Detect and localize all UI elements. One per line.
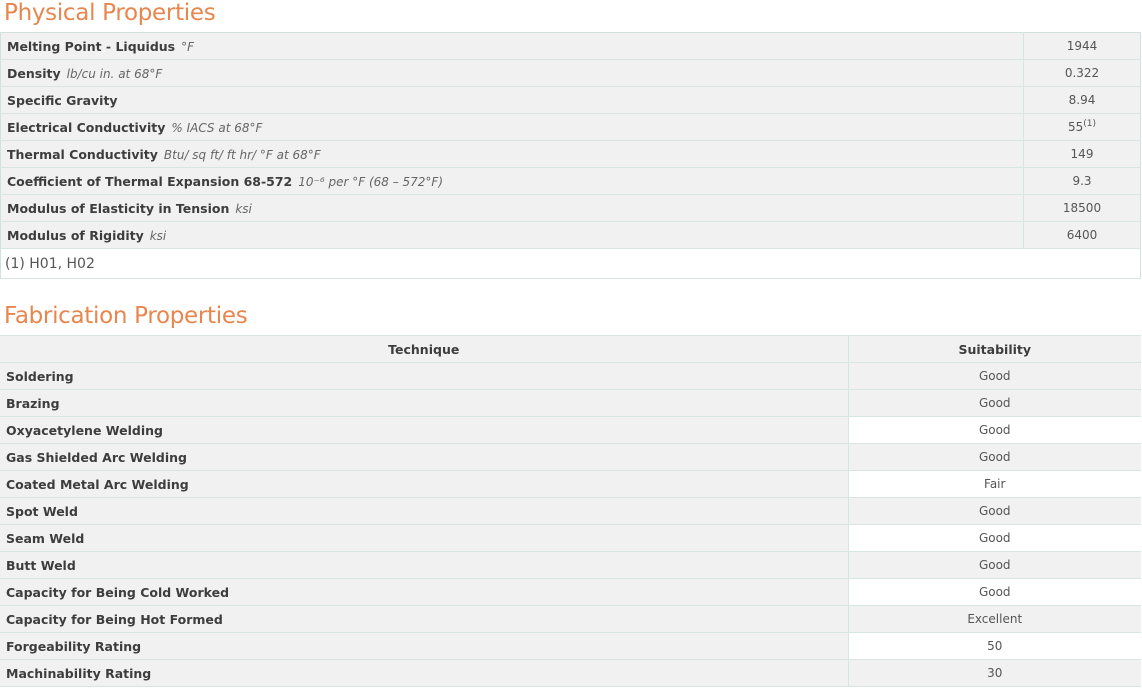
property-unit: lb/cu in. at 68°F bbox=[66, 66, 163, 81]
technique-cell: Soldering bbox=[0, 362, 849, 390]
property-value-cell: 0.322 bbox=[1023, 59, 1141, 87]
suitability-cell: Good bbox=[848, 578, 1141, 606]
property-value: 149 bbox=[1070, 147, 1094, 161]
technique-column-header: Technique bbox=[0, 335, 849, 363]
property-value: 55 bbox=[1067, 120, 1084, 134]
property-value: 8.94 bbox=[1068, 93, 1096, 107]
property-value: 1944 bbox=[1066, 39, 1098, 53]
property-unit: % IACS at 68°F bbox=[171, 120, 263, 135]
table-row: Melting Point - Liquidus °F 1944 bbox=[0, 32, 1141, 60]
table-row: Butt Weld Good bbox=[0, 551, 1141, 579]
property-label-cell: Modulus of Rigidity ksi bbox=[0, 221, 1024, 249]
table-row: Soldering Good bbox=[0, 362, 1141, 390]
physical-properties-table: Melting Point - Liquidus °F 1944 Density l… bbox=[0, 32, 1141, 279]
property-label-cell: Coefficient of Thermal Expansion 68-572 1… bbox=[0, 167, 1024, 195]
property-name: Modulus of Elasticity in Tension bbox=[7, 200, 230, 216]
property-value: 0.322 bbox=[1064, 66, 1100, 80]
property-value-cell: 149 bbox=[1023, 140, 1141, 168]
property-name: Specific Gravity bbox=[7, 92, 118, 108]
footnote-row: (1) H01, H02 bbox=[0, 248, 1141, 279]
property-name: Coefficient of Thermal Expansion 68-572 bbox=[7, 173, 293, 189]
technique-cell: Gas Shielded Arc Welding bbox=[0, 443, 849, 471]
property-name: Modulus of Rigidity bbox=[7, 227, 144, 243]
table-row: Thermal Conductivity Btu/ sq ft/ ft hr/ °… bbox=[0, 140, 1141, 168]
technique-cell: Capacity for Being Hot Formed bbox=[0, 605, 849, 633]
suitability-cell: Good bbox=[848, 551, 1141, 579]
property-label-cell: Electrical Conductivity % IACS at 68°F bbox=[0, 113, 1024, 141]
footnote: (1) H01, H02 bbox=[0, 248, 1141, 279]
technique-cell: Butt Weld bbox=[0, 551, 849, 579]
property-name: Melting Point - Liquidus bbox=[7, 38, 176, 54]
technique-cell: Seam Weld bbox=[0, 524, 849, 552]
suitability-cell: Fair bbox=[848, 470, 1141, 498]
technique-cell: Forgeability Rating bbox=[0, 632, 849, 660]
property-unit: ksi bbox=[149, 228, 167, 243]
table-row: Electrical Conductivity % IACS at 68°F 55… bbox=[0, 113, 1141, 141]
property-value-cell: 18500 bbox=[1023, 194, 1141, 222]
property-label-cell: Thermal Conductivity Btu/ sq ft/ ft hr/ °… bbox=[0, 140, 1024, 168]
suitability-cell: 50 bbox=[848, 632, 1141, 660]
property-unit: ksi bbox=[235, 201, 252, 216]
suitability-cell: Good bbox=[848, 497, 1141, 525]
property-label-cell: Specific Gravity bbox=[0, 86, 1024, 114]
table-row: Coated Metal Arc Welding Fair bbox=[0, 470, 1141, 498]
property-label-cell: Modulus of Elasticity in Tension ksi bbox=[0, 194, 1024, 222]
table-row: Modulus of Elasticity in Tension ksi 1850… bbox=[0, 194, 1141, 222]
table-row: Specific Gravity 8.94 bbox=[0, 86, 1141, 114]
suitability-cell: Good bbox=[848, 416, 1141, 444]
table-row: Oxyacetylene Welding Good bbox=[0, 416, 1141, 444]
property-value-cell: 55(1) bbox=[1023, 113, 1141, 141]
property-value: 9.3 bbox=[1072, 174, 1092, 188]
table-header-row: Technique Suitability bbox=[0, 335, 1141, 363]
property-footnote-ref: (1) bbox=[1083, 119, 1097, 129]
technique-cell: Machinability Rating bbox=[0, 659, 849, 687]
physical-properties-title: Physical Properties bbox=[4, 0, 216, 26]
table-row: Capacity for Being Hot Formed Excellent bbox=[0, 605, 1141, 633]
property-label-cell: Density lb/cu in. at 68°F bbox=[0, 59, 1024, 87]
technique-cell: Brazing bbox=[0, 389, 849, 417]
table-row: Spot Weld Good bbox=[0, 497, 1141, 525]
property-name: Density bbox=[7, 65, 61, 81]
table-row: Capacity for Being Cold Worked Good bbox=[0, 578, 1141, 606]
property-value-cell: 6400 bbox=[1023, 221, 1141, 249]
property-unit: °F bbox=[181, 39, 195, 54]
property-unit: 10⁻⁶ per °F (68 – 572°F) bbox=[298, 174, 444, 189]
fabrication-properties-title: Fabrication Properties bbox=[4, 303, 248, 329]
suitability-cell: Good bbox=[848, 389, 1141, 417]
table-row: Gas Shielded Arc Welding Good bbox=[0, 443, 1141, 471]
suitability-cell: 30 bbox=[848, 659, 1141, 687]
suitability-cell: Excellent bbox=[848, 605, 1141, 633]
property-name: Thermal Conductivity bbox=[7, 146, 158, 162]
technique-cell: Capacity for Being Cold Worked bbox=[0, 578, 849, 606]
property-name: Electrical Conductivity bbox=[7, 119, 166, 135]
property-value-cell: 8.94 bbox=[1023, 86, 1141, 114]
table-row: Seam Weld Good bbox=[0, 524, 1141, 552]
suitability-cell: Good bbox=[848, 362, 1141, 390]
suitability-cell: Good bbox=[848, 443, 1141, 471]
table-row: Machinability Rating 30 bbox=[0, 659, 1141, 687]
table-row: Modulus of Rigidity ksi 6400 bbox=[0, 221, 1141, 249]
table-row: Forgeability Rating 50 bbox=[0, 632, 1141, 660]
property-unit: Btu/ sq ft/ ft hr/ °F at 68°F bbox=[163, 147, 321, 162]
suitability-column-header: Suitability bbox=[848, 335, 1141, 363]
technique-cell: Oxyacetylene Welding bbox=[0, 416, 849, 444]
suitability-cell: Good bbox=[848, 524, 1141, 552]
property-value: 6400 bbox=[1066, 228, 1098, 242]
property-label-cell: Melting Point - Liquidus °F bbox=[0, 32, 1024, 60]
fabrication-properties-table: Technique Suitability Soldering Good Bra… bbox=[0, 335, 1141, 687]
property-value: 18500 bbox=[1062, 201, 1102, 215]
table-row: Brazing Good bbox=[0, 389, 1141, 417]
table-row: Coefficient of Thermal Expansion 68-572 1… bbox=[0, 167, 1141, 195]
table-row: Density lb/cu in. at 68°F 0.322 bbox=[0, 59, 1141, 87]
property-value-cell: 9.3 bbox=[1023, 167, 1141, 195]
technique-cell: Coated Metal Arc Welding bbox=[0, 470, 849, 498]
property-value-cell: 1944 bbox=[1023, 32, 1141, 60]
technique-cell: Spot Weld bbox=[0, 497, 849, 525]
